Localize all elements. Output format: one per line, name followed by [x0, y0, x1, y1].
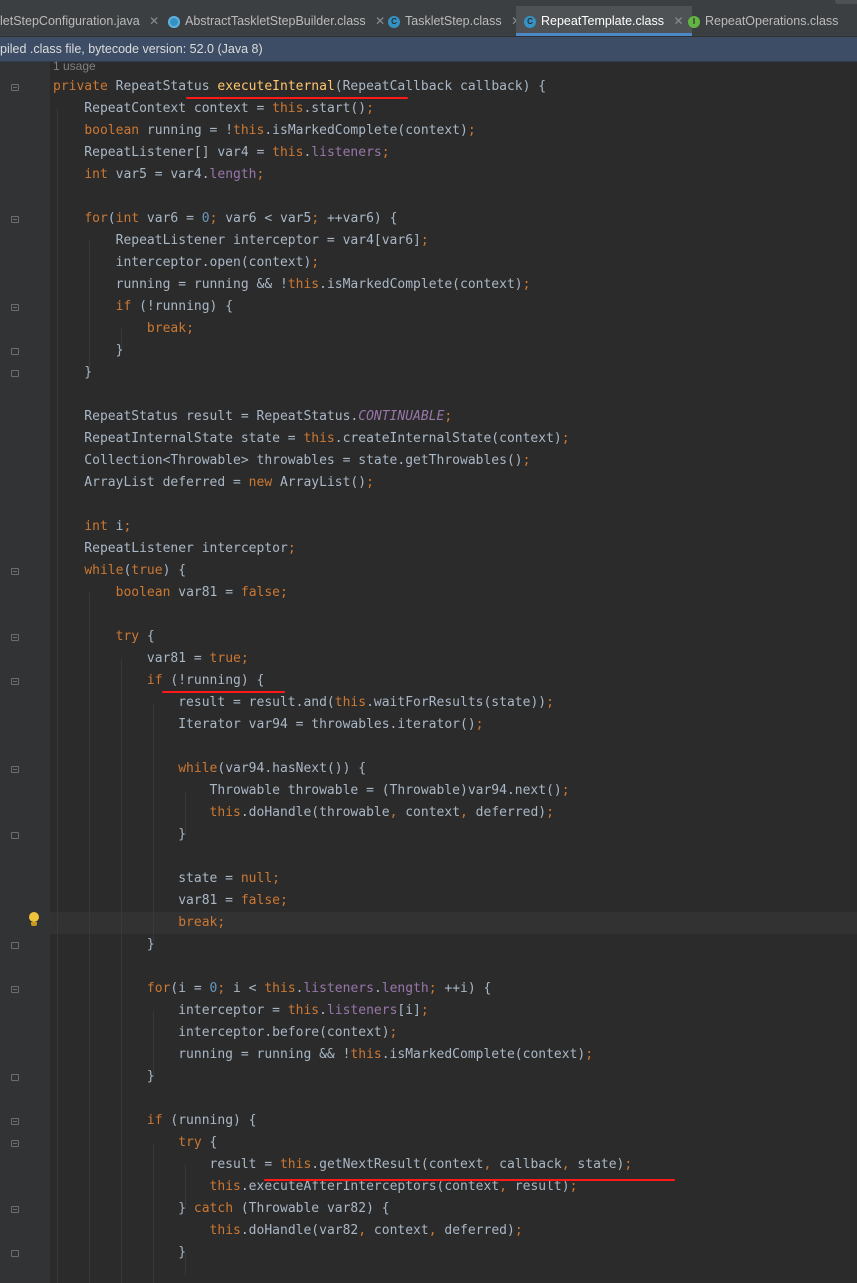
fold-toggle-icon[interactable] — [11, 634, 19, 641]
code-editor[interactable]: 1 usage private RepeatStatus executeInte… — [0, 59, 857, 1283]
code-line: while(true) { — [84, 563, 187, 578]
code-line: running = running && !this.isMarkedCompl… — [53, 1047, 594, 1062]
fold-end-icon[interactable] — [11, 1250, 19, 1257]
code-line: Throwable throwable = (Throwable)var94.n… — [53, 783, 570, 798]
code-line: Collection<Throwable> throwables = state… — [53, 453, 531, 468]
code-line: for(i = 0; i < this.listeners.length; ++… — [146, 981, 492, 996]
editor-tab-bar: letStepConfiguration.java ✕ AbstractTask… — [0, 6, 857, 37]
code-line: this.doHandle(throwable, context, deferr… — [209, 805, 554, 820]
code-line: RepeatListener interceptor; — [53, 541, 296, 556]
code-line: state = null; — [53, 871, 280, 886]
tab-step-configuration[interactable]: letStepConfiguration.java ✕ — [0, 6, 167, 36]
code-line: if (running) { — [146, 1113, 257, 1128]
code-line: Iterator var94 = throwables.iterator(); — [53, 717, 484, 732]
usage-hint[interactable]: 1 usage — [53, 59, 96, 73]
code-line: ArrayList deferred = new ArrayList(); — [53, 475, 374, 490]
red-annotation-underline — [186, 97, 408, 99]
code-line: break; — [146, 321, 194, 336]
code-line: RepeatInternalState state = this.createI… — [53, 431, 570, 446]
code-line: var81 = true; — [53, 651, 249, 666]
red-annotation-underline — [162, 691, 285, 693]
fold-end-icon[interactable] — [11, 1074, 19, 1081]
fold-toggle-icon[interactable] — [11, 1206, 19, 1213]
fold-toggle-icon[interactable] — [11, 678, 19, 685]
tab-label: letStepConfiguration.java — [0, 14, 140, 29]
code-line: } — [53, 1245, 187, 1260]
fold-end-icon[interactable] — [11, 348, 19, 355]
code-line: RepeatStatus result = RepeatStatus.CONTI… — [53, 409, 453, 424]
code-line: break; — [178, 915, 226, 930]
code-line: try { — [115, 629, 155, 644]
fold-toggle-icon[interactable] — [11, 986, 19, 993]
fold-toggle-icon[interactable] — [11, 84, 19, 91]
tab-label: RepeatTemplate.class — [541, 14, 664, 29]
tab-repeat-template[interactable]: C RepeatTemplate.class ✕ — [516, 6, 692, 36]
code-line: } — [53, 1069, 155, 1084]
fold-end-icon[interactable] — [11, 370, 19, 377]
code-line: result = this.getNextResult(context, cal… — [53, 1157, 633, 1172]
code-line: RepeatContext context = this.start(); — [53, 101, 374, 116]
fold-toggle-icon[interactable] — [11, 766, 19, 773]
fold-end-icon[interactable] — [11, 942, 19, 949]
code-line: int i; — [84, 519, 132, 534]
code-line: int var5 = var4.length; — [84, 167, 265, 182]
code-line: RepeatListener[] var4 = this.listeners; — [53, 145, 390, 160]
code-line: if (!running) { — [146, 673, 265, 688]
fold-toggle-icon[interactable] — [11, 1118, 19, 1125]
red-annotation-underline — [264, 1179, 675, 1181]
code-line: } — [53, 937, 155, 952]
code-line: result = result.and(this.waitForResults(… — [53, 695, 554, 710]
window-corner-control[interactable] — [835, 0, 857, 4]
fold-toggle-icon[interactable] — [11, 568, 19, 575]
code-line: this.doHandle(var82, context, deferred); — [209, 1223, 523, 1238]
fold-toggle-icon[interactable] — [11, 304, 19, 311]
tab-repeat-operations[interactable]: I RepeatOperations.class — [680, 6, 846, 36]
tab-abstract-tasklet-step-builder[interactable]: AbstractTaskletStepBuilder.class ✕ — [160, 6, 393, 36]
code-line: RepeatListener interceptor = var4[var6]; — [53, 233, 429, 248]
code-line: } catch (Throwable var82) { — [53, 1201, 390, 1216]
fold-end-icon[interactable] — [11, 832, 19, 839]
code-line: } — [53, 827, 187, 842]
abstract-class-icon — [168, 15, 180, 28]
code-line: if (!running) { — [115, 299, 234, 314]
close-icon[interactable]: ✕ — [149, 14, 159, 28]
code-line: } — [53, 343, 124, 358]
code-line: interceptor = this.listeners[i]; — [53, 1003, 429, 1018]
code-line: for(int var6 = 0; var6 < var5; ++var6) { — [84, 211, 398, 226]
fold-toggle-icon[interactable] — [11, 1140, 19, 1147]
code-line: while(var94.hasNext()) { — [178, 761, 367, 776]
lightbulb-icon[interactable] — [27, 912, 41, 928]
code-line: } — [53, 365, 93, 380]
class-icon: C — [388, 15, 400, 28]
code-line: running = running && !this.isMarkedCompl… — [53, 277, 531, 292]
tab-tasklet-step[interactable]: CTaskletStep.class ✕ — [380, 6, 529, 36]
code-line: private RepeatStatus executeInternal(Rep… — [53, 79, 547, 94]
code-line: interceptor.before(context); — [53, 1025, 398, 1040]
active-tab-indicator — [516, 33, 692, 36]
decompiled-banner: piled .class file, bytecode version: 52.… — [0, 37, 857, 62]
code-line: interceptor.open(context); — [53, 255, 320, 270]
code-line: boolean var81 = false; — [115, 585, 288, 600]
code-line: try { — [178, 1135, 218, 1150]
banner-text: piled .class file, bytecode version: 52.… — [0, 42, 263, 56]
code-line: boolean running = !this.isMarkedComplete… — [84, 123, 476, 138]
tab-label: RepeatOperations.class — [705, 14, 839, 29]
tab-label: AbstractTaskletStepBuilder.class — [185, 14, 366, 29]
interface-icon: I — [688, 15, 700, 28]
code-line: var81 = false; — [53, 893, 288, 908]
tab-label: TaskletStep.class — [405, 14, 502, 29]
fold-toggle-icon[interactable] — [11, 216, 19, 223]
class-icon: C — [524, 15, 536, 28]
